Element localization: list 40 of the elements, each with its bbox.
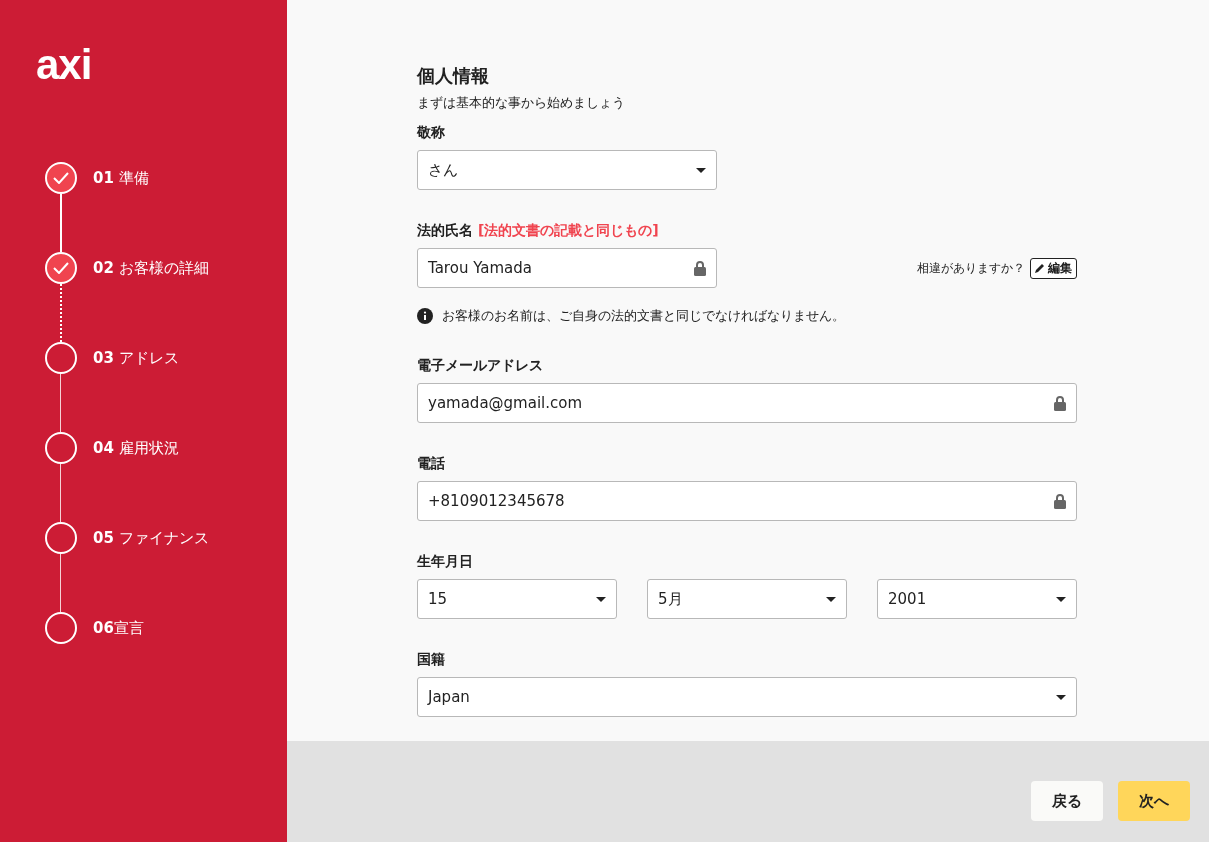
pencil-icon (1035, 263, 1045, 273)
step-label[interactable]: 01 準備 (93, 168, 149, 188)
check-icon (53, 262, 69, 274)
month-select[interactable]: 5月 (647, 579, 847, 619)
name-field[interactable]: Tarou Yamada (417, 248, 717, 288)
step-label[interactable]: 04 雇用状況 (93, 438, 179, 458)
lock-icon (1054, 395, 1066, 411)
lock-icon (694, 260, 706, 276)
honorific-select[interactable]: さん (417, 150, 717, 190)
logo: axi (36, 44, 93, 86)
step-label[interactable]: 02 お客様の詳細 (93, 258, 209, 278)
year-select[interactable]: 2001 (877, 579, 1077, 619)
section-title: 個人情報 (417, 64, 490, 88)
caret-icon (1056, 596, 1066, 602)
field-label: 敬称 (417, 124, 446, 142)
field-label: 電子メールアドレス (417, 357, 544, 375)
step-label[interactable]: 06宣言 (93, 618, 144, 638)
caret-icon (696, 167, 706, 173)
step-label[interactable]: 03 アドレス (93, 348, 179, 368)
field-label: 電話 (417, 455, 446, 473)
lock-icon (1054, 493, 1066, 509)
edit-button[interactable]: 編集 (1030, 257, 1077, 279)
nationality-select[interactable]: Japan (417, 677, 1077, 717)
check-icon (53, 172, 69, 184)
info-icon (417, 308, 433, 324)
next-button[interactable]: 次へ (1118, 781, 1190, 821)
mismatch-text: 相違がありますか？ (917, 259, 1025, 277)
info-text: お客様のお名前は、ご自身の法的文書と同じでなければなりません。 (442, 307, 845, 325)
caret-icon (1056, 694, 1066, 700)
day-select[interactable]: 15 (417, 579, 617, 619)
phone-field[interactable]: +8109012345678 (417, 481, 1077, 521)
field-label: 法的氏名 [法的文書の記載と同じもの] (417, 222, 660, 240)
section-subtitle: まずは基本的な事から始めましょう (417, 94, 626, 112)
field-label: 生年月日 (417, 553, 474, 571)
field-label: 国籍 (417, 651, 446, 669)
step-label[interactable]: 05 ファイナンス (93, 528, 209, 548)
caret-icon (596, 596, 606, 602)
email-field[interactable]: yamada@gmail.com (417, 383, 1077, 423)
caret-icon (826, 596, 836, 602)
back-button[interactable]: 戻る (1031, 781, 1103, 821)
